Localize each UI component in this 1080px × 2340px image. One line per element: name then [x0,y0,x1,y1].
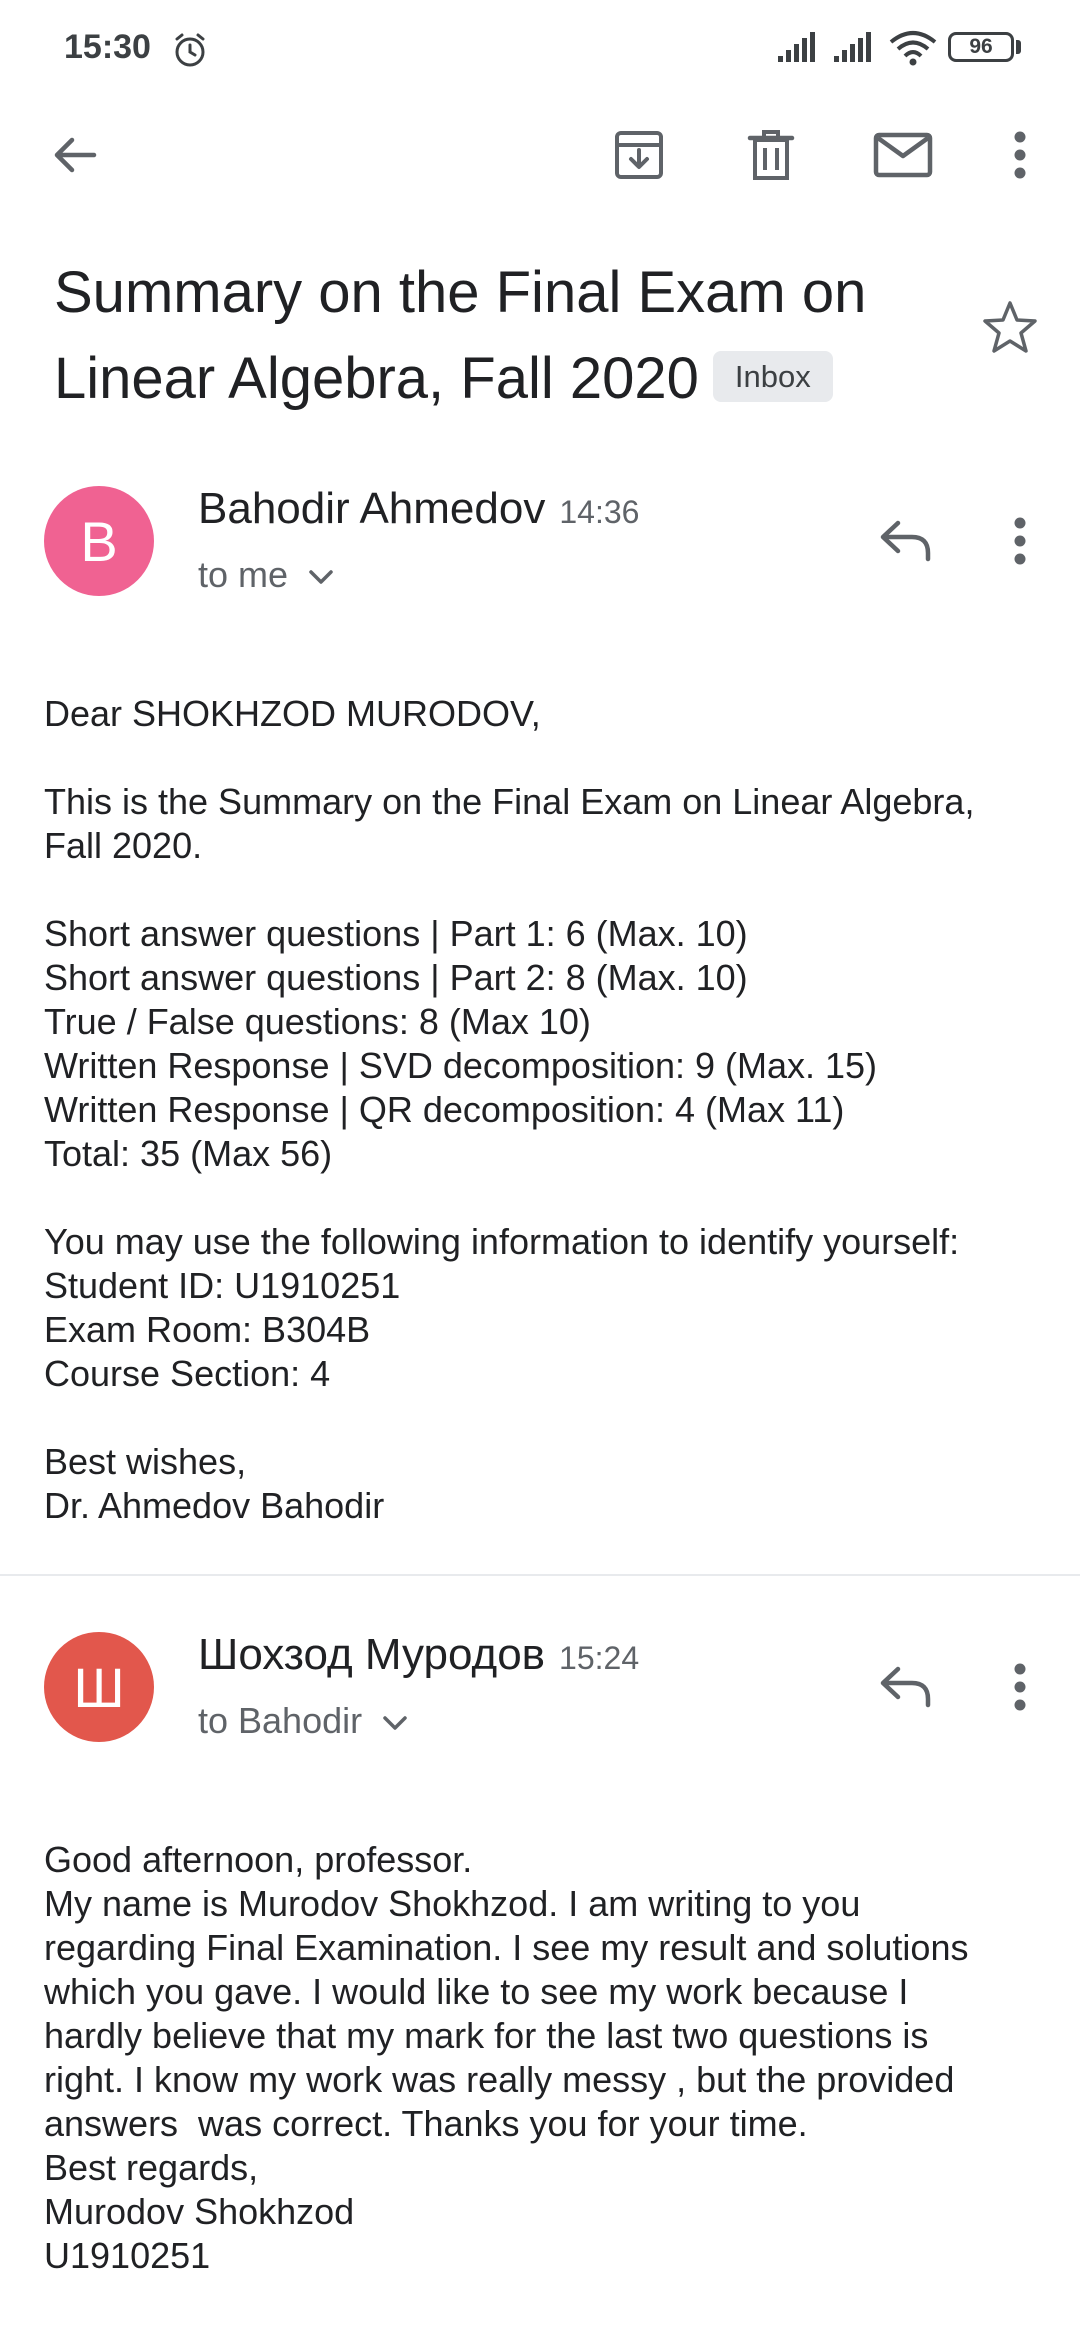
inbox-label-badge[interactable]: Inbox [712,351,833,403]
avatar[interactable]: B [44,486,154,596]
status-time: 15:30 [64,28,151,66]
message-header[interactable]: Шохзод Муродов 15:24 [198,1630,639,1680]
chevron-down-icon [383,1716,407,1731]
subject-line-2: Linear Algebra, Fall 2020 Inbox [54,336,954,422]
message-divider [0,1574,1080,1576]
message-more-button[interactable] [995,1652,1045,1722]
subject-line-1: Summary on the Final Exam on [54,260,867,325]
overflow-menu-button[interactable] [985,120,1055,190]
delete-button[interactable] [736,120,806,190]
reply-icon [880,520,931,562]
avatar[interactable]: Ш [44,1632,154,1742]
battery-indicator: 96 [948,32,1014,62]
reply-button[interactable] [870,1652,940,1722]
message-body: Good afternoon, professor. My name is Mu… [44,1839,969,2276]
alarm-icon [175,33,205,67]
reply-icon [880,1666,931,1708]
reply-button[interactable] [870,506,940,576]
more-vert-icon [1014,517,1026,565]
archive-icon [615,131,663,179]
archive-button[interactable] [604,120,674,190]
wifi-icon [889,31,937,66]
recipient-text: to me [198,554,289,595]
subject-line-2-text: Linear Algebra, Fall 2020 [54,346,699,411]
email-subject: Summary on the Final Exam on Linear Alge… [54,250,954,422]
message-time: 14:36 [559,494,640,530]
message-time: 15:24 [559,1640,640,1676]
trash-icon [747,130,795,180]
back-arrow-icon [54,137,97,173]
recipient-toggle[interactable]: to me [198,554,334,596]
sender-name: Bahodir Ahmedov [198,484,546,533]
signal-icon [778,32,815,62]
recipient-toggle[interactable]: to Bahodir [198,1700,408,1742]
message-body: Dear SHOKHZOD MURODOV, This is the Summa… [44,693,975,1526]
more-vert-icon [1014,131,1026,179]
more-vert-icon [1014,1663,1026,1711]
battery-tip [1016,40,1021,54]
back-button[interactable] [40,120,110,190]
signal-icon [834,32,871,62]
star-button[interactable] [980,298,1050,368]
mark-unread-button[interactable] [868,120,938,190]
mail-icon [873,132,933,178]
sender-name: Шохзод Муродов [198,1630,546,1679]
message-more-button[interactable] [995,506,1045,576]
star-icon [983,301,1037,353]
chevron-down-icon [309,570,333,585]
recipient-text: to Bahodir [198,1700,363,1741]
message-header[interactable]: Bahodir Ahmedov 14:36 [198,484,639,534]
